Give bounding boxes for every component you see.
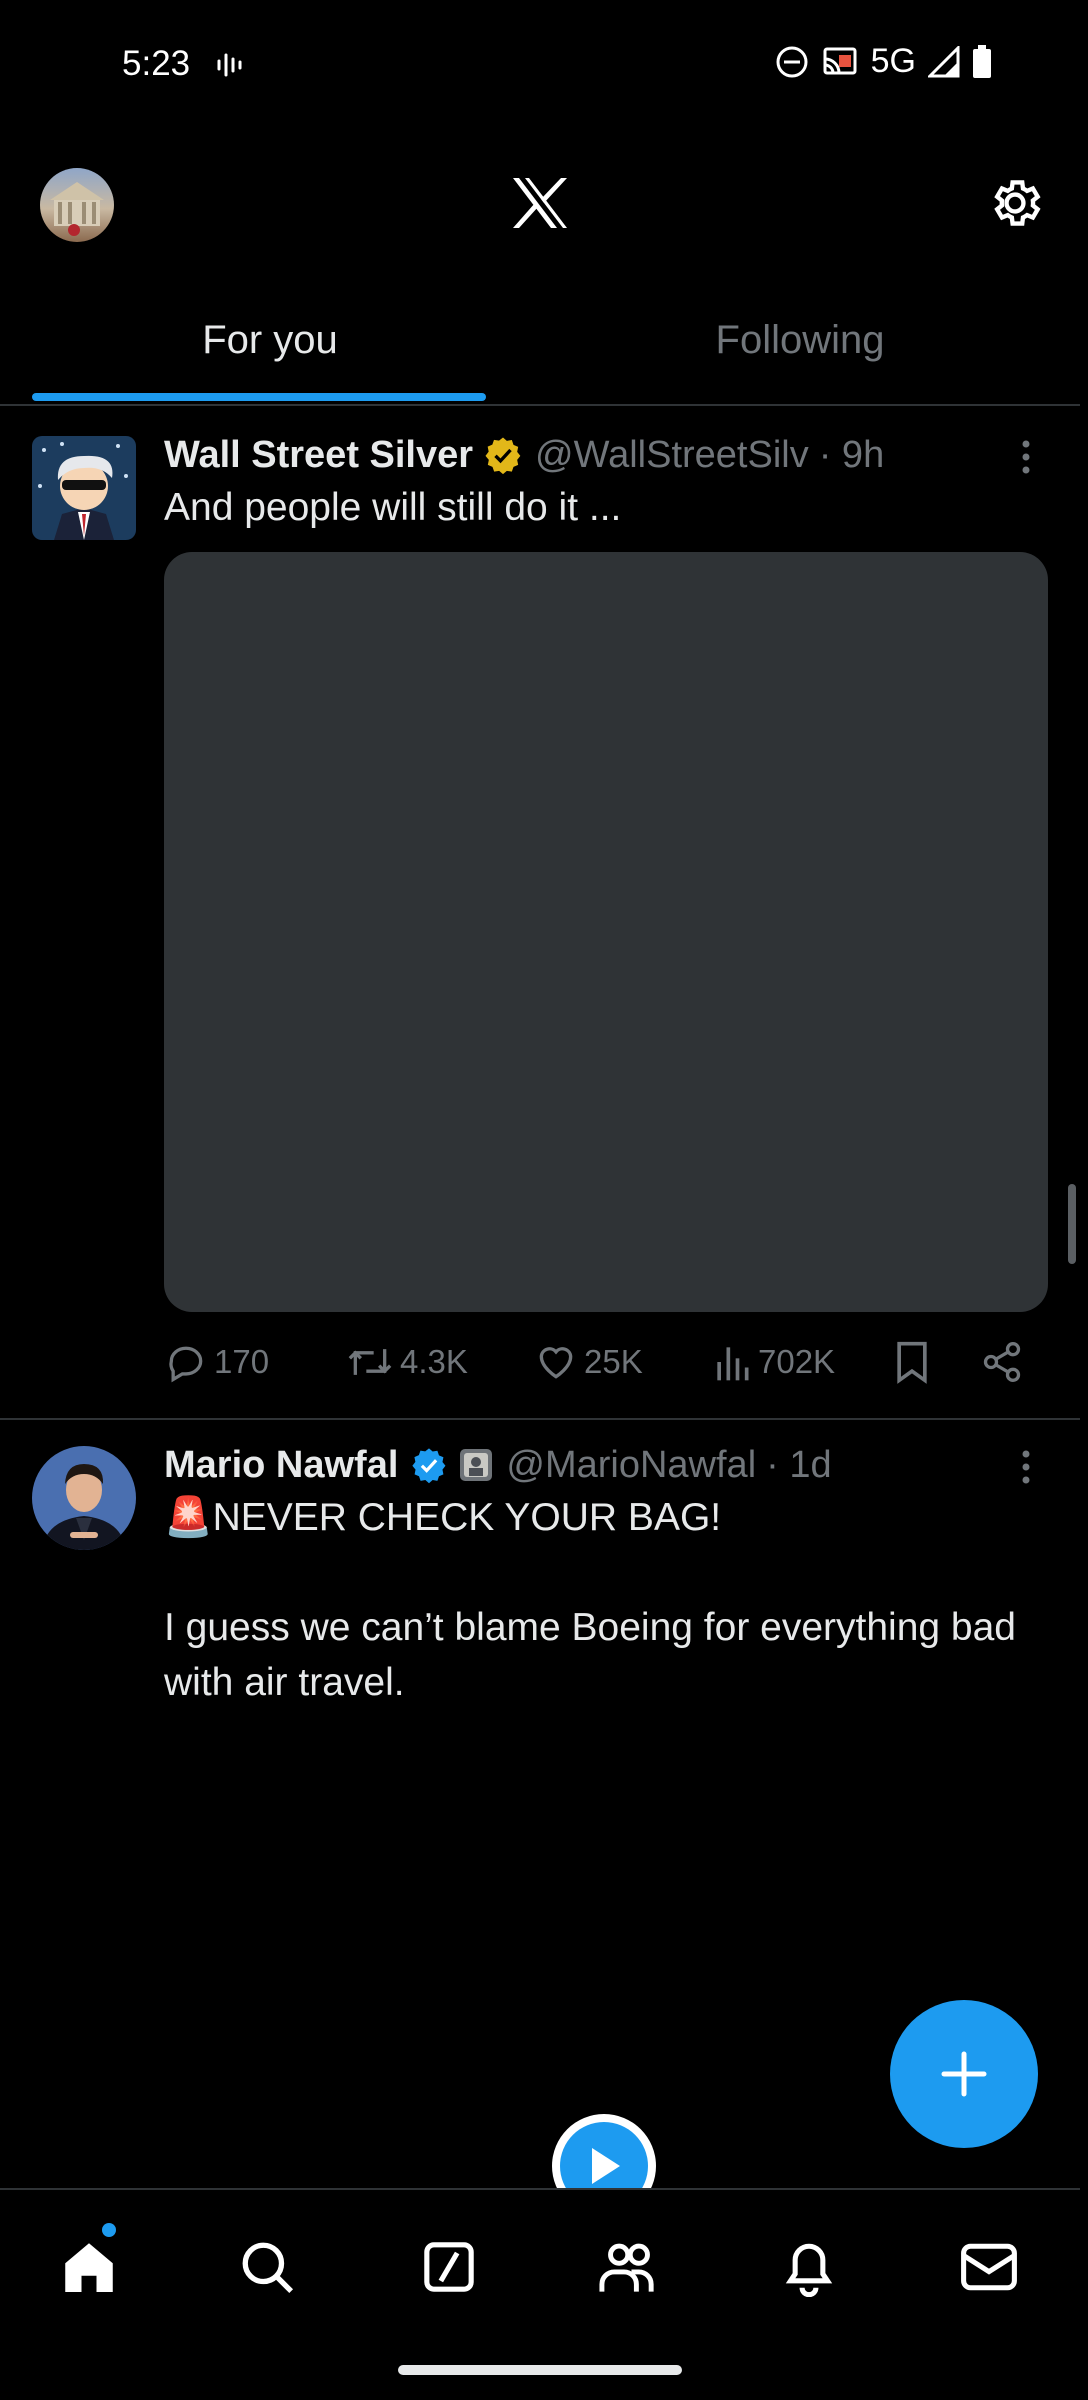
- tab-for-you[interactable]: For you: [0, 318, 540, 363]
- tweet-avatar[interactable]: [32, 1446, 136, 1550]
- views-icon: [712, 1340, 752, 1384]
- grok-icon[interactable]: [414, 2232, 484, 2302]
- repost-button[interactable]: 4.3K: [346, 1340, 468, 1384]
- tweet-time: · 9h: [818, 433, 885, 476]
- verified-gold-icon: [483, 435, 523, 475]
- siren-emoji: 🚨: [164, 1496, 213, 1539]
- author-handle[interactable]: @WallStreetSilv: [535, 434, 809, 477]
- battery-icon: [972, 44, 992, 79]
- views-count: 702K: [758, 1343, 836, 1380]
- tab-active-indicator: [32, 393, 486, 401]
- play-icon: [584, 2144, 624, 2188]
- tweet-avatar[interactable]: [32, 436, 136, 540]
- views-button[interactable]: 702K: [712, 1340, 835, 1384]
- tweet-text-headline: 🚨NEVER CHECK YOUR BAG!: [164, 1496, 722, 1539]
- status-time: 5:23: [122, 44, 191, 83]
- x-logo[interactable]: [511, 176, 569, 230]
- more-options-icon[interactable]: [1016, 438, 1036, 476]
- gear-icon[interactable]: [986, 174, 1044, 232]
- messages-icon[interactable]: [954, 2232, 1024, 2302]
- reply-count: 170: [214, 1343, 270, 1380]
- profile-avatar[interactable]: [40, 168, 114, 242]
- home-indicator[interactable]: [398, 2365, 682, 2375]
- verified-blue-icon: [410, 1446, 448, 1484]
- heart-icon: [534, 1340, 578, 1384]
- nav-divider: [0, 2188, 1080, 2190]
- tweet-actions: 170 4.3K 25K 702K: [164, 1340, 1048, 1392]
- reply-button[interactable]: 170: [164, 1340, 269, 1384]
- bookmark-icon[interactable]: [892, 1340, 932, 1384]
- tweet-text: And people will still do it ...: [164, 486, 622, 529]
- sound-wave-icon: [216, 50, 246, 80]
- author-name[interactable]: Wall Street Silver: [164, 434, 473, 477]
- status-icons: 5G: [775, 42, 992, 81]
- notifications-icon[interactable]: [774, 2232, 844, 2302]
- repost-count: 4.3K: [400, 1343, 468, 1380]
- repost-icon: [346, 1340, 394, 1384]
- share-icon[interactable]: [980, 1340, 1024, 1384]
- tweet-header: Mario Nawfal @MarioNawfal · 1d: [164, 1438, 832, 1492]
- home-icon[interactable]: [54, 2232, 124, 2302]
- home-badge-dot: [102, 2223, 116, 2237]
- reply-icon: [164, 1340, 208, 1384]
- network-label: 5G: [870, 42, 916, 80]
- communities-icon[interactable]: [594, 2232, 664, 2302]
- tweet-text-body: I guess we can’t blame Boeing for everyt…: [164, 1606, 1017, 1704]
- signal-icon: [928, 45, 960, 78]
- header-divider: [0, 404, 1080, 406]
- tweet-media[interactable]: [164, 552, 1048, 1312]
- tab-following[interactable]: Following: [530, 318, 1070, 363]
- dnd-icon: [775, 45, 809, 79]
- plus-icon: [939, 2049, 989, 2099]
- author-name[interactable]: Mario Nawfal: [164, 1444, 398, 1487]
- more-options-icon[interactable]: [1016, 1448, 1036, 1486]
- tweet-time: · 1d: [766, 1443, 832, 1486]
- tweet-header: Wall Street Silver @WallStreetSilv · 9h: [164, 428, 884, 482]
- affiliate-badge-icon: [458, 1447, 494, 1483]
- tweet-divider: [0, 1418, 1080, 1420]
- author-handle[interactable]: @MarioNawfal: [506, 1444, 756, 1487]
- compose-post-button[interactable]: [890, 2000, 1038, 2148]
- like-button[interactable]: 25K: [534, 1340, 643, 1384]
- search-icon[interactable]: [232, 2232, 302, 2302]
- like-count: 25K: [584, 1343, 643, 1380]
- cast-icon: [821, 45, 859, 79]
- scrollbar[interactable]: [1068, 1184, 1076, 1264]
